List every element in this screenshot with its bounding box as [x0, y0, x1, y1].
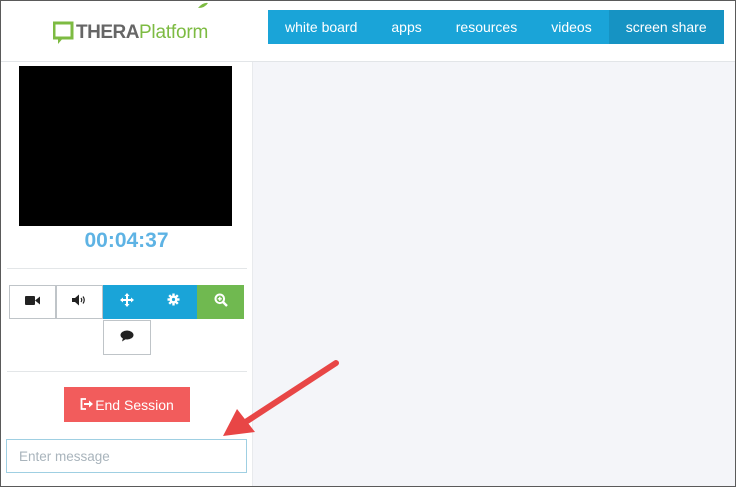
sign-out-icon	[80, 397, 95, 413]
logo-leaf-icon	[197, 1, 209, 13]
move-arrows-icon	[119, 292, 134, 312]
logo-text-platform: Platform	[138, 22, 209, 43]
logo-text-thera: THERA	[76, 22, 139, 43]
audio-toggle-button[interactable]	[56, 285, 103, 319]
zoom-in-icon	[214, 293, 228, 312]
chat-message-input[interactable]	[6, 439, 247, 473]
control-toolbar	[9, 285, 244, 319]
main-nav: white board apps resources videos screen…	[268, 10, 724, 44]
end-session-label: End Session	[95, 396, 174, 413]
zoom-button[interactable]	[197, 285, 244, 319]
top-header: THERA Platform white board apps resource…	[1, 1, 735, 62]
video-camera-icon	[25, 293, 40, 311]
logo-chat-icon	[52, 21, 75, 45]
move-button[interactable]	[103, 285, 150, 319]
nav-apps[interactable]: apps	[374, 10, 438, 44]
nav-videos[interactable]: videos	[534, 10, 608, 44]
session-timer: 00:04:37	[84, 229, 169, 252]
camera-toggle-button[interactable]	[9, 285, 56, 319]
nav-resources[interactable]: resources	[439, 10, 534, 44]
nav-screen-share[interactable]: screen share	[608, 10, 724, 44]
settings-button[interactable]	[150, 285, 197, 319]
video-feed	[19, 66, 232, 226]
chat-toggle-button[interactable]	[103, 320, 151, 355]
divider	[7, 268, 247, 269]
nav-white-board[interactable]: white board	[268, 10, 374, 44]
chat-bubble-icon	[120, 329, 134, 347]
annotation-arrow	[223, 360, 339, 436]
theraplatform-logo[interactable]: THERA Platform	[52, 18, 209, 48]
end-session-button[interactable]: End Session	[64, 387, 190, 422]
speaker-icon	[72, 293, 87, 311]
app-window: THERA Platform white board apps resource…	[0, 0, 736, 487]
gear-icon	[167, 293, 180, 311]
